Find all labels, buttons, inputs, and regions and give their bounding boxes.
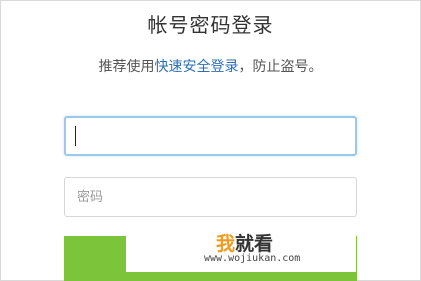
text-caret bbox=[75, 126, 76, 146]
watermark-logo: 我就看 bbox=[216, 233, 274, 255]
hint-prefix: 推荐使用 bbox=[98, 59, 155, 75]
watermark-url: www.wojiukan.com bbox=[204, 253, 301, 264]
quick-login-link[interactable]: 快速安全登录 bbox=[155, 59, 239, 75]
hint-suffix: ，防止盗号。 bbox=[238, 59, 323, 75]
password-input[interactable] bbox=[64, 177, 357, 217]
login-hint: 推荐使用快速安全登录，防止盗号。 bbox=[0, 56, 421, 76]
watermark: 我就看 www.wojiukan.com bbox=[126, 222, 356, 272]
page-title: 帐号密码登录 bbox=[147, 13, 274, 37]
account-input[interactable] bbox=[64, 116, 357, 156]
